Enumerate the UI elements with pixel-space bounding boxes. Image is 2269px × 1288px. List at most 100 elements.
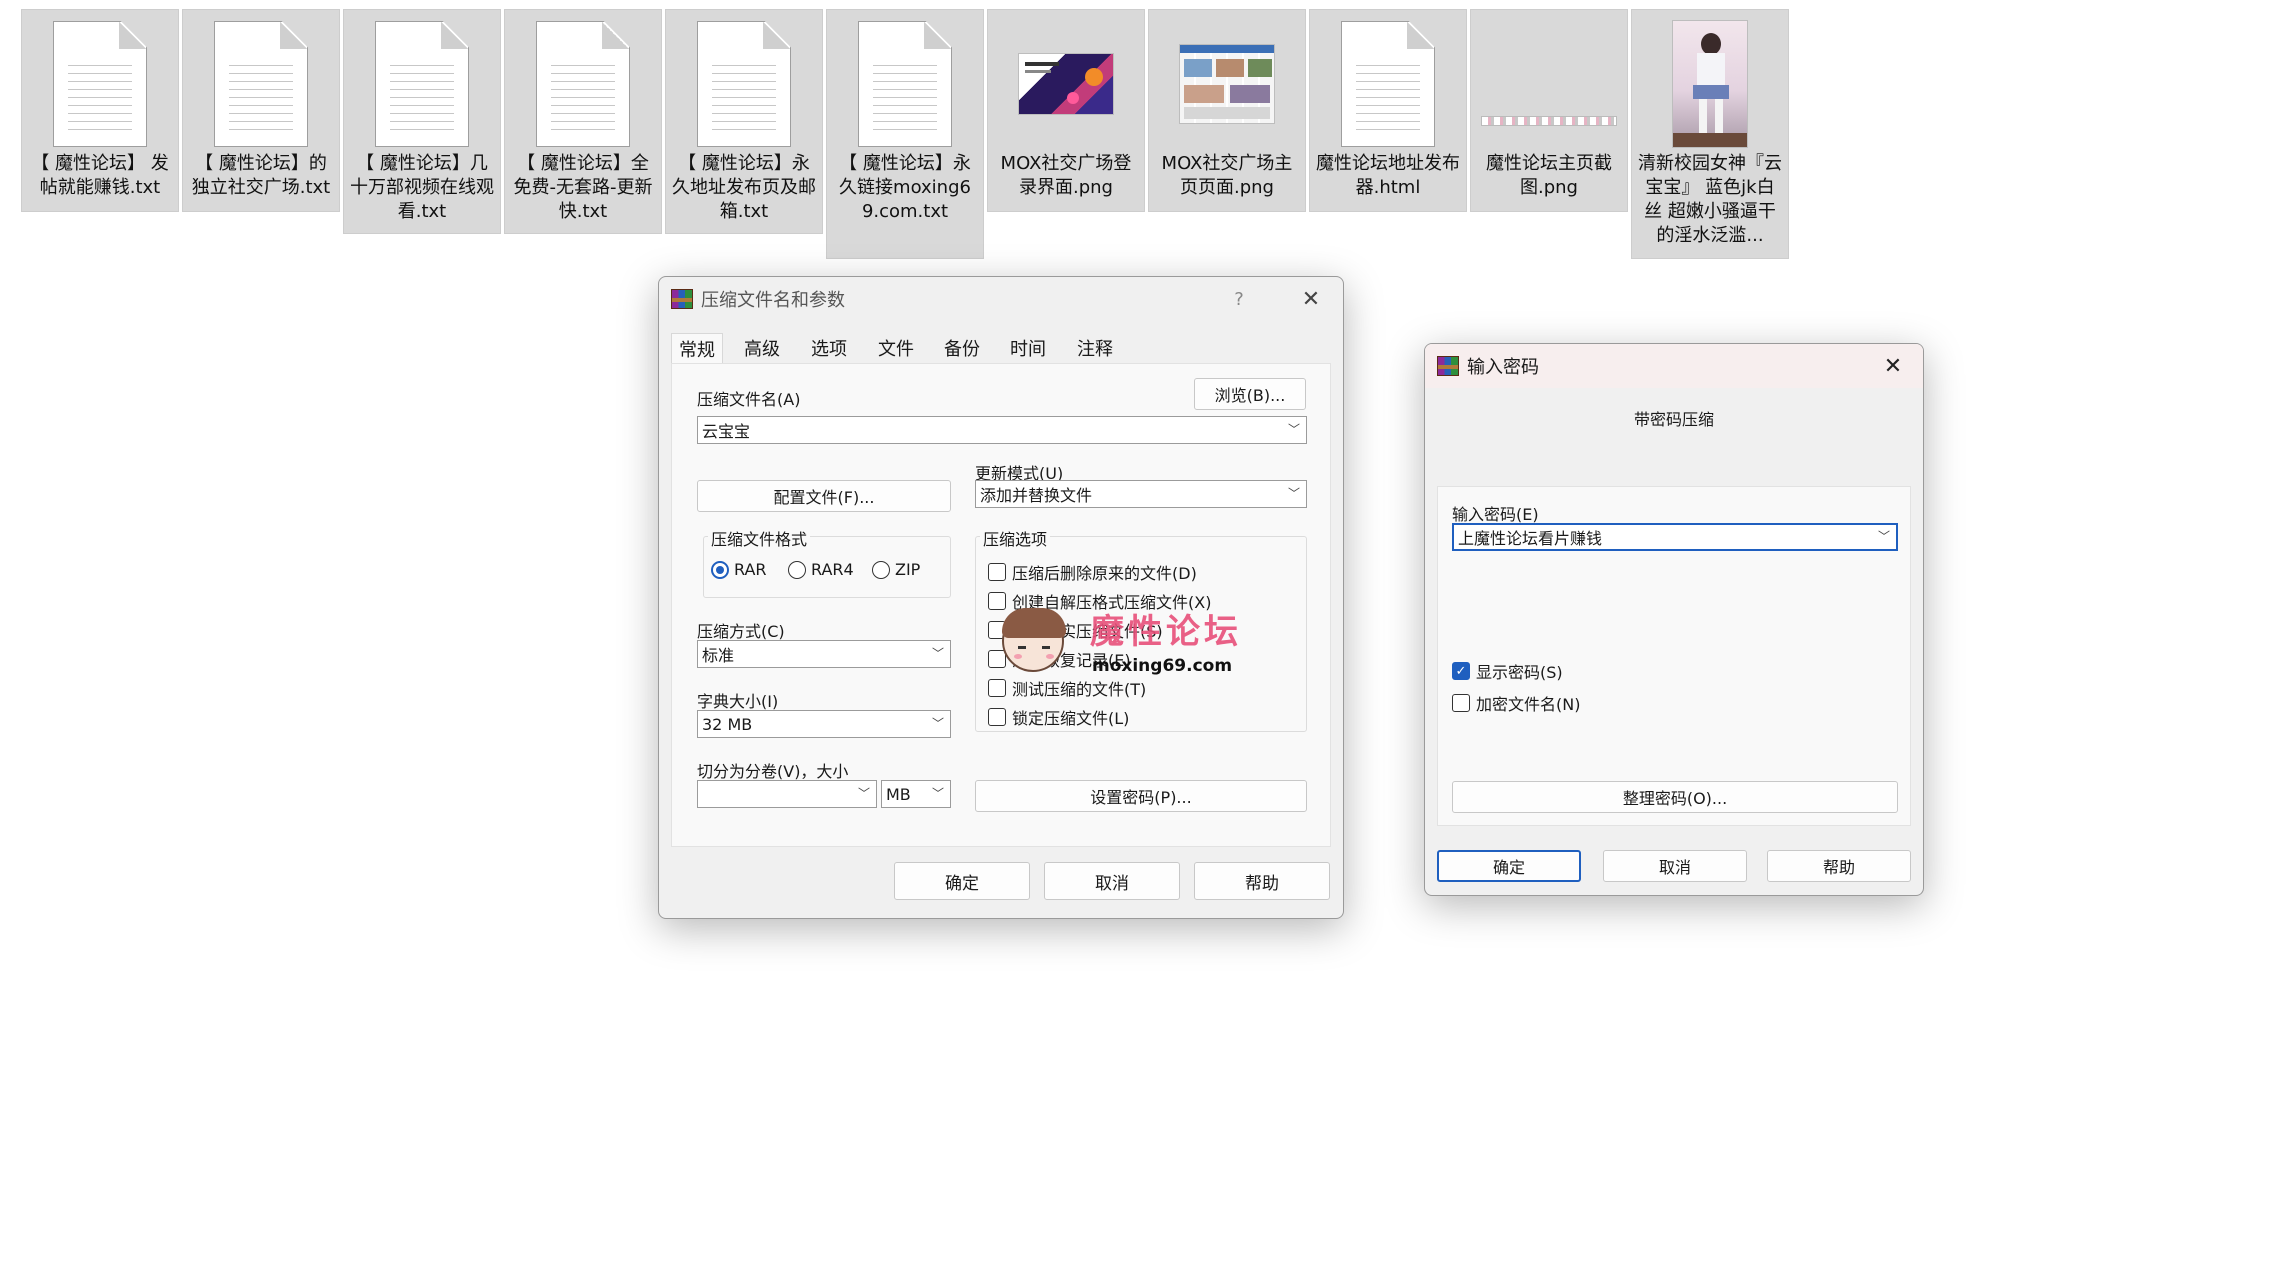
file-item[interactable]: 魔性论坛主页截图.png (1470, 9, 1628, 212)
image-thumbnail (1177, 20, 1277, 148)
chevron-down-icon: ﹀ (857, 786, 870, 801)
archive-format-label: 压缩文件格式 (708, 526, 811, 550)
mascot-icon (1002, 608, 1066, 672)
dictionary-size-value: 32 MB (702, 714, 753, 734)
dictionary-size-label: 字典大小(I) (697, 692, 779, 711)
file-name: 【 魔性论坛】 发帖就能赚钱.txt (31, 153, 169, 198)
cancel-button[interactable]: 取消 (1603, 850, 1747, 882)
format-zip-radio[interactable]: ZIP (872, 560, 920, 579)
image-thumbnail (1481, 20, 1617, 148)
dictionary-size-select[interactable]: 32 MB ﹀ (697, 710, 951, 738)
compression-method-select[interactable]: 标准 ﹀ (697, 640, 951, 668)
file-item[interactable]: MOX社交广场主页页面.png (1148, 9, 1306, 212)
format-rar-label: RAR (734, 560, 767, 579)
show-password-checkbox[interactable]: ✓ 显示密码(S) (1452, 659, 1563, 683)
html-file-icon (1338, 20, 1438, 148)
update-mode-select[interactable]: 添加并替换文件 ﹀ (975, 480, 1307, 508)
tab-files[interactable]: 文件 (871, 333, 921, 363)
close-icon[interactable]: ✕ (1875, 350, 1911, 382)
format-rar4-radio[interactable]: RAR4 (788, 560, 854, 579)
radio-empty-icon (872, 560, 890, 579)
file-name: 【 魔性论坛】几十万部视频在线观看.txt (350, 153, 494, 222)
checkbox-checked-icon: ✓ (1452, 662, 1470, 680)
txt-file-icon (50, 20, 150, 148)
txt-file-icon (855, 20, 955, 148)
tab-advanced[interactable]: 高级 (737, 333, 787, 363)
tab-strip: 常规 高级 选项 文件 备份 时间 注释 (671, 333, 1331, 363)
password-dialog: 输入密码 ✕ 带密码压缩 输入密码(E) 上魔性论坛看片赚钱 ﹀ ✓ 显示密码(… (1424, 343, 1924, 896)
ok-button[interactable]: 确定 (894, 862, 1030, 900)
chevron-down-icon: ﹀ (1287, 486, 1300, 501)
format-rar-radio[interactable]: RAR (711, 560, 767, 579)
compression-method-label: 压缩方式(C) (697, 622, 785, 641)
password-dialog-titlebar[interactable]: 输入密码 (1425, 344, 1923, 388)
general-tab-panel: 压缩文件名(A) 浏览(B)... 云宝宝 ﹀ 更新模式(U) 配置文件(F).… (671, 363, 1331, 847)
file-name: MOX社交广场主页页面.png (1161, 153, 1293, 198)
close-icon[interactable]: ✕ (1293, 283, 1329, 315)
radio-empty-icon (788, 560, 806, 579)
chevron-down-icon: ﹀ (931, 786, 944, 801)
watermark-brand: 魔性论坛 (1090, 612, 1242, 652)
archive-dialog-title: 压缩文件名和参数 (701, 290, 845, 311)
tab-comment[interactable]: 注释 (1070, 333, 1120, 363)
set-password-button[interactable]: 设置密码(P)... (975, 780, 1307, 812)
tab-backup[interactable]: 备份 (937, 333, 987, 363)
password-panel: 输入密码(E) 上魔性论坛看片赚钱 ﹀ ✓ 显示密码(S) 加密文件名(N) 整… (1437, 486, 1911, 826)
encrypt-file-names-checkbox[interactable]: 加密文件名(N) (1452, 691, 1580, 715)
tab-time[interactable]: 时间 (1003, 333, 1053, 363)
delete-after-archiving-checkbox[interactable]: 压缩后删除原来的文件(D) (988, 560, 1197, 584)
file-item[interactable]: 【 魔性论坛】永久链接moxing69.com.txt (826, 9, 984, 259)
password-input[interactable]: 上魔性论坛看片赚钱 ﹀ (1452, 523, 1898, 551)
winrar-app-icon (671, 289, 693, 309)
file-name: 【 魔性论坛】全免费-无套路-更新快.txt (513, 153, 653, 222)
archiving-options-label: 压缩选项 (980, 526, 1051, 550)
file-item[interactable]: MOX社交广场登录界面.png (987, 9, 1145, 212)
txt-file-icon (372, 20, 472, 148)
archive-dialog: 压缩文件名和参数 ? ✕ 常规 高级 选项 文件 备份 时间 注释 压缩文件名(… (658, 276, 1344, 919)
split-unit-select[interactable]: MB ﹀ (881, 780, 951, 808)
file-name: 清新校园女神『云宝宝』 蓝色jk白丝 超嫩小骚逼干的淫水泛滥... (1638, 153, 1782, 246)
split-volumes-label: 切分为分卷(V)，大小 (697, 762, 849, 781)
txt-file-icon (533, 20, 633, 148)
format-zip-label: ZIP (895, 560, 921, 579)
file-item[interactable]: 魔性论坛地址发布器.html (1309, 9, 1467, 212)
lock-archive-checkbox[interactable]: 锁定压缩文件(L) (988, 705, 1129, 729)
password-label: 输入密码(E) (1452, 505, 1539, 524)
profiles-button[interactable]: 配置文件(F)... (697, 480, 951, 512)
file-item[interactable]: 【 魔性论坛】永久地址发布页及邮箱.txt (665, 9, 823, 234)
help-button[interactable]: 帮助 (1194, 862, 1330, 900)
file-item[interactable]: 【 魔性论坛】几十万部视频在线观看.txt (343, 9, 501, 234)
checkbox-empty-icon (988, 708, 1006, 726)
file-item[interactable]: 【 魔性论坛】全免费-无套路-更新快.txt (504, 9, 662, 234)
split-unit-value: MB (886, 784, 911, 804)
browse-button[interactable]: 浏览(B)... (1194, 378, 1306, 410)
txt-file-icon (211, 20, 311, 148)
file-item[interactable]: 清新校园女神『云宝宝』 蓝色jk白丝 超嫩小骚逼干的淫水泛滥... (1631, 9, 1789, 259)
archive-name-label: 压缩文件名(A) (697, 390, 801, 409)
tab-general[interactable]: 常规 (671, 333, 723, 363)
radio-selected-icon (711, 560, 729, 579)
cancel-button[interactable]: 取消 (1044, 862, 1180, 900)
help-button[interactable]: 帮助 (1767, 850, 1911, 882)
compression-method-value: 标准 (702, 646, 735, 665)
archive-name-combo[interactable]: 云宝宝 ﹀ (697, 416, 1307, 444)
chevron-down-icon: ﹀ (931, 646, 944, 661)
ok-button[interactable]: 确定 (1437, 850, 1581, 882)
file-name: 魔性论坛主页截图.png (1486, 153, 1612, 198)
file-item[interactable]: 【 魔性论坛】的独立社交广场.txt (182, 9, 340, 212)
password-heading: 带密码压缩 (1633, 410, 1714, 429)
checkbox-empty-icon (1452, 694, 1470, 712)
organize-passwords-button[interactable]: 整理密码(O)... (1452, 781, 1898, 813)
format-rar4-label: RAR4 (811, 560, 854, 579)
password-value: 上魔性论坛看片赚钱 (1458, 529, 1603, 548)
watermark-url: moxing69.com (1092, 656, 1233, 676)
tab-options[interactable]: 选项 (804, 333, 854, 363)
txt-file-icon (694, 20, 794, 148)
checkbox-empty-icon (988, 563, 1006, 581)
show-password-label: 显示密码(S) (1476, 663, 1563, 682)
archive-name-value: 云宝宝 (702, 422, 751, 441)
help-glyph-button[interactable]: ? (1221, 283, 1257, 315)
file-item[interactable]: 【 魔性论坛】 发帖就能赚钱.txt (21, 9, 179, 212)
split-size-combo[interactable]: ﹀ (697, 780, 877, 808)
file-name: 魔性论坛地址发布器.html (1316, 153, 1460, 198)
